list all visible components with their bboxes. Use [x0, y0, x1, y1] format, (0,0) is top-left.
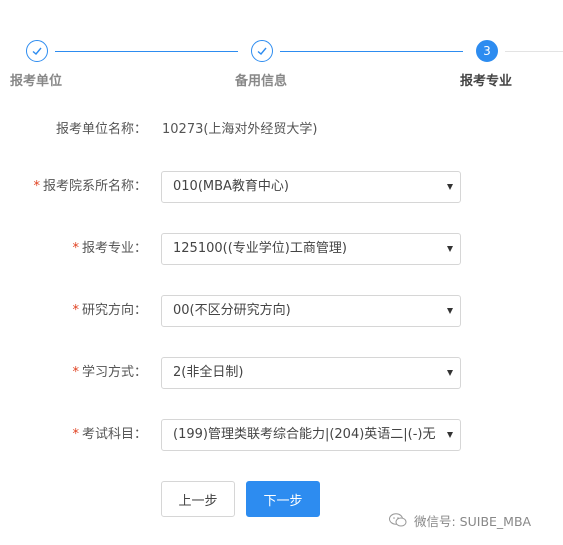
step-3-number: 3 — [476, 40, 498, 62]
unit-label: 报考单位名称： — [55, 122, 147, 137]
major-select-value: 125100((专业学位)工商管理) — [173, 241, 347, 256]
department-select-value: 010(MBA教育中心) — [173, 179, 289, 194]
direction-row: * 研究方向： 00(不区分研究方向) — [0, 295, 563, 327]
step-connector-2 — [280, 51, 463, 52]
study-mode-row: * 学习方式： 2(非全日制) — [0, 357, 563, 389]
dropdown-arrow-icon — [447, 308, 453, 314]
step-connector-1 — [55, 51, 238, 52]
wechat-watermark: 微信号: SUIBE_MBA — [388, 510, 531, 530]
exam-subjects-select[interactable]: (199)管理类联考综合能力|(204)英语二|(-)无 — [161, 419, 461, 451]
step-1-check-icon — [26, 40, 48, 62]
major-select[interactable]: 125100((专业学位)工商管理) — [161, 233, 461, 265]
required-marker: * — [33, 179, 40, 194]
step-2-check-icon — [251, 40, 273, 62]
dropdown-arrow-icon — [447, 370, 453, 376]
dropdown-arrow-icon — [447, 246, 453, 252]
dropdown-arrow-icon — [447, 184, 453, 190]
direction-select-value: 00(不区分研究方向) — [173, 303, 291, 318]
direction-select[interactable]: 00(不区分研究方向) — [161, 295, 461, 327]
study-mode-label-text: 学习方式： — [81, 365, 147, 380]
major-label: * 报考专业： — [72, 233, 147, 265]
dropdown-arrow-icon — [447, 432, 453, 438]
major-label-text: 报考专业： — [81, 241, 147, 256]
department-label: * 报考院系所名称： — [33, 171, 147, 203]
watermark-text: 微信号: SUIBE_MBA — [414, 513, 532, 529]
step-connector-3 — [505, 51, 563, 52]
exam-subjects-label: * 考试科目： — [72, 419, 147, 451]
wechat-icon — [389, 513, 407, 527]
exam-subjects-row: * 考试科目： (199)管理类联考综合能力|(204)英语二|(-)无 — [0, 419, 563, 451]
study-mode-select-value: 2(非全日制) — [173, 365, 244, 380]
step-3-label: 报考专业 — [460, 74, 513, 89]
required-marker: * — [72, 303, 79, 318]
exam-subjects-select-value: (199)管理类联考综合能力|(204)英语二|(-)无 — [173, 427, 436, 442]
required-marker: * — [72, 365, 79, 380]
major-row: * 报考专业： 125100((专业学位)工商管理) — [0, 233, 563, 265]
required-marker: * — [72, 427, 79, 442]
required-marker: * — [72, 241, 79, 256]
step-1-label: 报考单位 — [10, 74, 63, 89]
department-select[interactable]: 010(MBA教育中心) — [161, 171, 461, 203]
unit-row: 报考单位名称： 10273(上海对外经贸大学) — [0, 114, 563, 146]
exam-subjects-label-text: 考试科目： — [81, 427, 147, 442]
direction-label: * 研究方向： — [72, 295, 147, 327]
next-button[interactable]: 下一步 — [246, 481, 320, 517]
progress-stepper: 3 报考单位 备用信息 报考专业 — [0, 0, 563, 100]
step-2-label: 备用信息 — [235, 74, 288, 89]
study-mode-label: * 学习方式： — [72, 357, 147, 389]
direction-label-text: 研究方向： — [81, 303, 147, 318]
prev-button[interactable]: 上一步 — [161, 481, 235, 517]
department-label-text: 报考院系所名称： — [42, 179, 147, 194]
study-mode-select[interactable]: 2(非全日制) — [161, 357, 461, 389]
unit-value: 10273(上海对外经贸大学) — [162, 122, 318, 137]
department-row: * 报考院系所名称： 010(MBA教育中心) — [0, 171, 563, 203]
